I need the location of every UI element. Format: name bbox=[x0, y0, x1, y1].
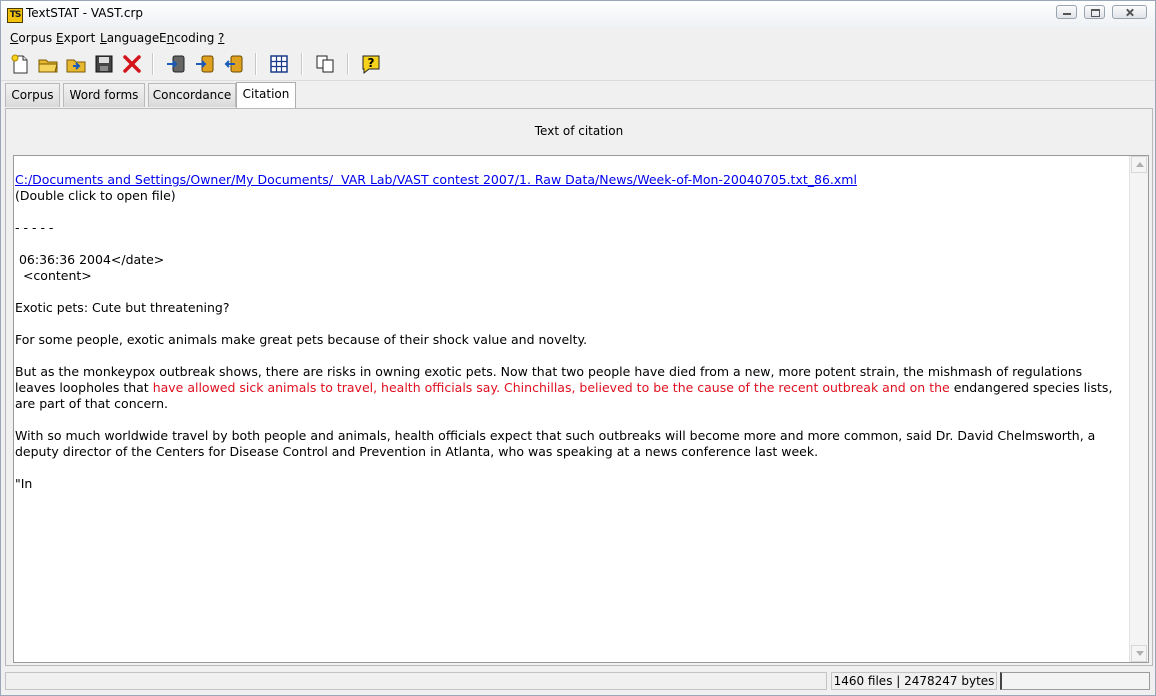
copy-icon bbox=[316, 55, 334, 73]
citation-caption: Text of citation bbox=[534, 124, 624, 138]
app-window: TS TextSTAT - VAST.crp Corpus Export Lan… bbox=[0, 0, 1156, 696]
scroll-down-arrow-icon[interactable] bbox=[1131, 645, 1147, 662]
add-file-button[interactable] bbox=[165, 53, 187, 75]
textstat-logo-icon: TS bbox=[7, 8, 23, 23]
toolbar-separator bbox=[152, 53, 154, 75]
tab-word-forms[interactable]: Word forms bbox=[63, 83, 145, 107]
toolbar-separator bbox=[255, 53, 257, 75]
toolbar-separator bbox=[301, 53, 303, 75]
date-line: 06:36:36 2004</date> bbox=[15, 252, 165, 267]
open-folder-button[interactable] bbox=[65, 53, 87, 75]
progress-indicator bbox=[1000, 672, 1150, 690]
paragraph-3: With so much worldwide travel by both pe… bbox=[15, 428, 1096, 459]
separator-text: - - - - - bbox=[15, 220, 54, 235]
save-icon bbox=[95, 55, 113, 73]
highlighted-citation: have allowed sick animals to travel, hea… bbox=[152, 380, 950, 395]
vertical-scrollbar[interactable] bbox=[1129, 156, 1148, 662]
window-title: TextSTAT - VAST.crp bbox=[26, 6, 143, 20]
menu-bar: Corpus Export Language Encoding ? bbox=[1, 28, 1155, 48]
citation-text: C:/Documents and Settings/Owner/My Docum… bbox=[15, 172, 1125, 492]
close-icon bbox=[1113, 6, 1146, 18]
open-corpus-button[interactable] bbox=[37, 53, 59, 75]
status-bar: 1460 files | 2478247 bytes bbox=[1, 669, 1155, 693]
open-corpus-icon bbox=[38, 59, 58, 73]
toolbar-separator bbox=[347, 53, 349, 75]
scroll-up-arrow-icon[interactable] bbox=[1131, 156, 1147, 173]
grid-icon bbox=[270, 55, 288, 73]
status-message bbox=[5, 672, 827, 690]
help-button[interactable]: ? bbox=[360, 53, 382, 75]
maximize-icon bbox=[1085, 6, 1104, 18]
toolbar: ? bbox=[1, 49, 1155, 81]
tab-corpus[interactable]: Corpus bbox=[5, 83, 60, 107]
grid-button[interactable] bbox=[268, 53, 290, 75]
menu-language[interactable]: Language bbox=[100, 31, 159, 45]
close-window-button[interactable] bbox=[1112, 5, 1147, 19]
file-count-status: 1460 files | 2478247 bytes bbox=[831, 672, 997, 690]
content-tag-line: <content> bbox=[15, 268, 92, 283]
save-button[interactable] bbox=[93, 53, 115, 75]
remove-file-button[interactable] bbox=[223, 53, 245, 75]
close-corpus-button[interactable] bbox=[121, 53, 143, 75]
tab-citation[interactable]: Citation bbox=[236, 82, 296, 109]
close-corpus-icon bbox=[123, 55, 141, 73]
trailing-text: "In bbox=[15, 476, 33, 491]
add-file-icon bbox=[167, 55, 185, 73]
new-corpus-icon bbox=[11, 54, 28, 74]
menu-encoding[interactable]: Encoding bbox=[159, 31, 214, 45]
headline-text: Exotic pets: Cute but threatening? bbox=[15, 300, 230, 315]
open-file-hint: (Double click to open file) bbox=[15, 188, 176, 203]
tab-concordance[interactable]: Concordance bbox=[148, 83, 236, 107]
menu-export[interactable]: Export bbox=[56, 31, 95, 45]
open-folder-icon bbox=[66, 59, 86, 73]
copy-button[interactable] bbox=[314, 53, 336, 75]
source-file-link[interactable]: C:/Documents and Settings/Owner/My Docum… bbox=[15, 172, 857, 187]
title-bar[interactable]: TS TextSTAT - VAST.crp bbox=[1, 1, 1155, 27]
add-folder-icon bbox=[196, 55, 214, 73]
add-folder-button[interactable] bbox=[194, 53, 216, 75]
remove-file-icon bbox=[224, 55, 243, 73]
menu-corpus[interactable]: Corpus bbox=[10, 31, 52, 45]
new-corpus-button[interactable] bbox=[9, 53, 31, 75]
menu-help[interactable]: ? bbox=[218, 31, 224, 45]
svg-text:?: ? bbox=[368, 56, 375, 70]
citation-text-area[interactable]: C:/Documents and Settings/Owner/My Docum… bbox=[13, 155, 1149, 663]
help-icon: ? bbox=[362, 55, 380, 75]
maximize-button[interactable] bbox=[1084, 5, 1105, 19]
citation-panel: Text of citation C:/Documents and Settin… bbox=[5, 108, 1153, 666]
paragraph-2: But as the monkeypox outbreak shows, the… bbox=[15, 364, 1113, 411]
paragraph-1: For some people, exotic animals make gre… bbox=[15, 332, 588, 347]
minimize-icon bbox=[1057, 6, 1076, 18]
minimize-button[interactable] bbox=[1056, 5, 1077, 19]
